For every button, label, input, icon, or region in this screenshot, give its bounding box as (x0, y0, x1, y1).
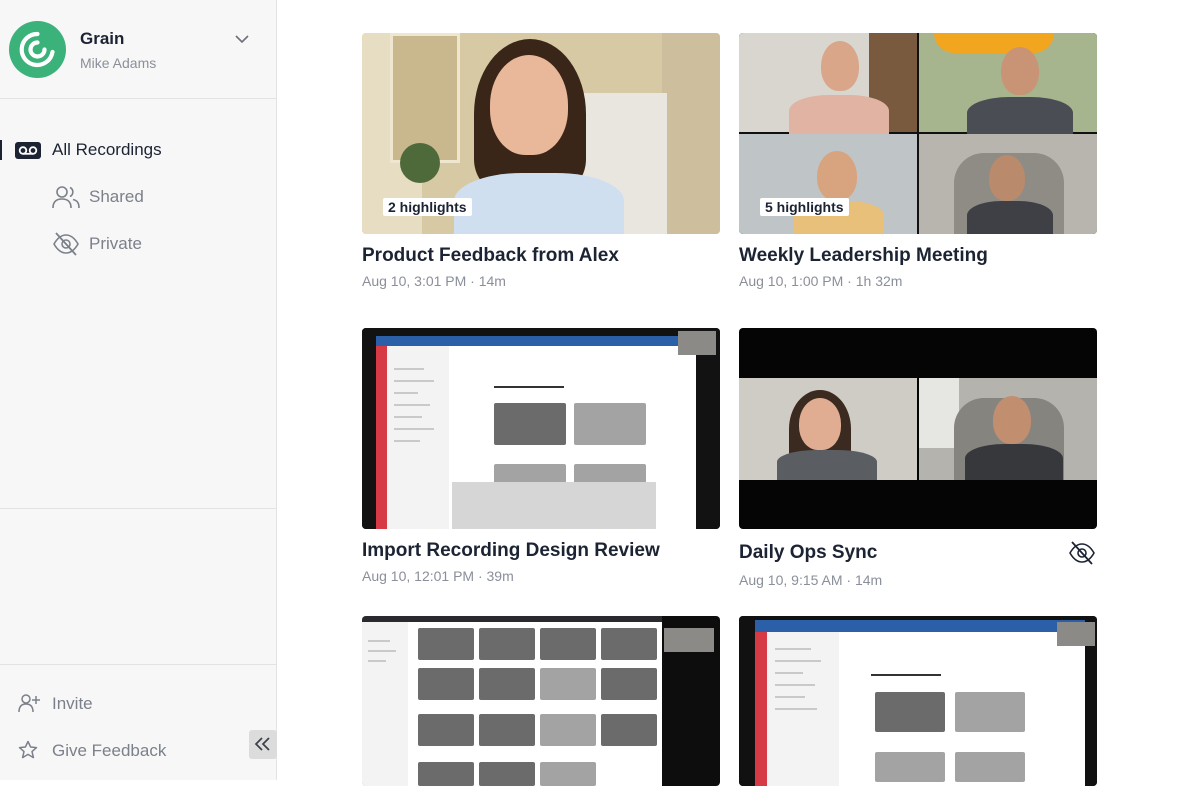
recording-title[interactable]: Daily Ops Sync (739, 542, 877, 564)
nav-all-recordings[interactable]: All Recordings (0, 130, 276, 170)
collapse-sidebar-button[interactable] (249, 730, 277, 759)
sidebar: Grain Mike Adams All Recordings Shared P… (0, 0, 277, 780)
recording-card[interactable] (362, 616, 720, 786)
recording-meta: Aug 10, 9:15 AM · 14m (739, 572, 883, 588)
chevron-down-icon (235, 35, 249, 44)
user-name: Mike Adams (80, 55, 157, 71)
recording-title[interactable]: Import Recording Design Review (362, 540, 660, 562)
nav-private[interactable]: Private (0, 224, 276, 264)
nav-shared[interactable]: Shared (0, 177, 276, 217)
recording-meta: Aug 10, 12:01 PM · 39m (362, 568, 514, 584)
chevrons-left-icon (254, 737, 270, 751)
highlights-badge: 2 highlights (383, 198, 472, 216)
give-feedback-button[interactable]: Give Feedback (0, 732, 240, 768)
recording-title[interactable]: Weekly Leadership Meeting (739, 245, 988, 267)
recording-meta: Aug 10, 3:01 PM · 14m (362, 273, 506, 289)
eye-off-icon (1069, 541, 1095, 565)
recording-card[interactable]: 5 highlights Weekly Leadership Meeting A… (739, 33, 1097, 293)
recording-thumbnail[interactable]: 5 highlights (739, 33, 1097, 234)
eye-off-icon (53, 232, 79, 256)
voicemail-icon (15, 142, 41, 159)
recording-card[interactable]: 2 highlights Product Feedback from Alex … (362, 33, 720, 293)
nav-all-recordings-label: All Recordings (52, 140, 162, 159)
users-icon (52, 186, 80, 209)
highlights-badge: 5 highlights (760, 198, 849, 216)
divider (0, 664, 276, 665)
invite-button[interactable]: Invite (0, 685, 240, 721)
give-feedback-label: Give Feedback (52, 741, 167, 760)
recording-thumbnail[interactable]: 2 highlights (362, 33, 720, 234)
workspace-name: Grain (80, 29, 125, 48)
recording-thumbnail[interactable] (362, 616, 720, 786)
recording-thumbnail[interactable] (739, 616, 1097, 786)
grain-logo (9, 21, 66, 78)
recording-card[interactable]: Import Recording Design Review Aug 10, 1… (362, 328, 720, 588)
nav-shared-label: Shared (89, 187, 144, 206)
recording-thumbnail[interactable] (739, 328, 1097, 529)
invite-label: Invite (52, 694, 93, 713)
star-icon (18, 740, 38, 759)
nav-private-label: Private (89, 234, 142, 253)
workspace-switcher[interactable]: Grain Mike Adams (0, 0, 276, 99)
recording-thumbnail[interactable] (362, 328, 720, 529)
divider (0, 508, 276, 509)
recording-title[interactable]: Product Feedback from Alex (362, 245, 619, 267)
recording-card[interactable] (739, 616, 1097, 786)
user-plus-icon (18, 694, 40, 713)
recording-meta: Aug 10, 1:00 PM · 1h 32m (739, 273, 903, 289)
recording-card[interactable]: Daily Ops Sync Aug 10, 9:15 AM · 14m (739, 328, 1097, 590)
